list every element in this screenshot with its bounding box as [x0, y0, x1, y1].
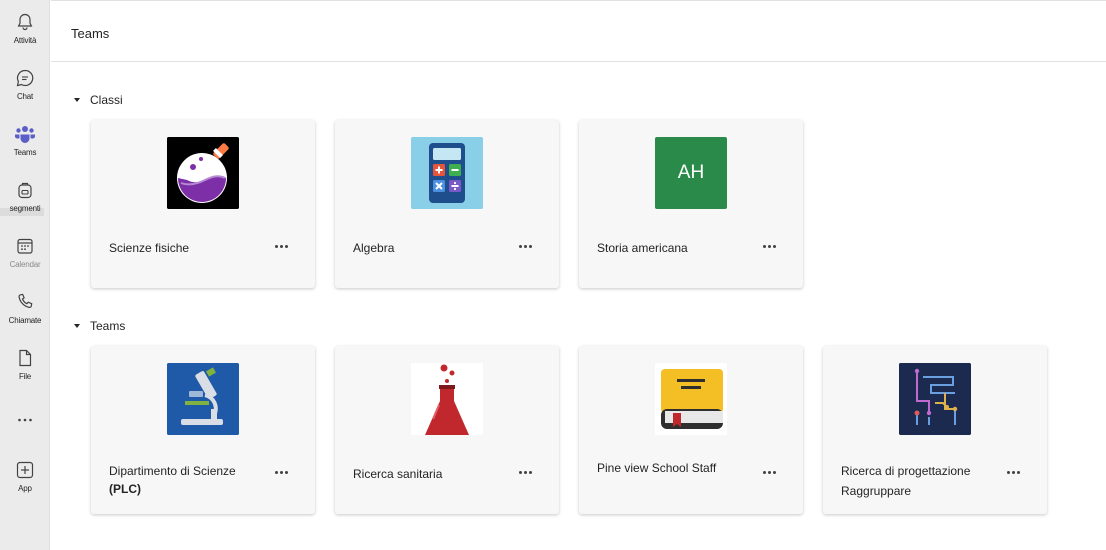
backpack-icon	[13, 178, 37, 202]
more-options-icon[interactable]	[762, 236, 777, 250]
rail-item-chat[interactable]: Chat	[0, 66, 50, 101]
chat-icon	[13, 66, 37, 90]
app-rail: Attività Chat Teams segmenti Calendar Ch…	[0, 0, 50, 550]
more-options-icon[interactable]	[518, 236, 533, 250]
ellipsis-icon	[13, 408, 37, 432]
team-subtitle: Raggruppare	[841, 484, 912, 498]
calculator-icon	[411, 137, 483, 209]
team-card[interactable]: Ricerca sanitaria	[335, 346, 559, 514]
rail-item-teams[interactable]: Teams	[0, 122, 50, 157]
rail-label: Teams	[13, 148, 37, 157]
rail-label: Attività	[13, 36, 37, 45]
section-title: Classi	[90, 93, 123, 107]
section-toggle-classi[interactable]: Classi	[74, 93, 123, 107]
more-options-icon[interactable]	[762, 462, 777, 476]
team-subtitle: (PLC)	[109, 482, 141, 496]
file-icon	[13, 346, 37, 370]
team-name-block: Ricerca di progettazione Raggruppare	[841, 462, 1011, 500]
caret-down-icon	[74, 98, 80, 102]
section-toggle-teams[interactable]: Teams	[74, 319, 125, 333]
more-options-icon[interactable]	[1006, 462, 1021, 476]
teams-icon	[13, 122, 37, 146]
flask-purple-icon	[167, 137, 239, 209]
team-card[interactable]: Scienze fisiche	[91, 120, 315, 288]
more-options-icon[interactable]	[274, 236, 289, 250]
book-icon	[655, 363, 727, 435]
team-avatar: AH	[655, 137, 727, 209]
rail-label: Calendar	[9, 260, 41, 269]
calendar-icon	[13, 234, 37, 258]
rail-label: File	[18, 372, 32, 381]
rail-item-activity[interactable]: Attività	[0, 10, 50, 45]
rail-item-files[interactable]: File	[0, 346, 50, 381]
team-name: Ricerca sanitaria	[353, 467, 443, 481]
add-app-icon	[13, 458, 37, 482]
rail-item-assignments[interactable]: segmenti	[0, 178, 50, 213]
rail-item-calls[interactable]: Chiamate	[0, 290, 50, 325]
team-card[interactable]: Dipartimento di Scienze (PLC)	[91, 346, 315, 514]
team-name: Storia americana	[597, 241, 688, 255]
rail-item-apps[interactable]: App	[0, 458, 50, 493]
teams-app: Attività Chat Teams segmenti Calendar Ch…	[0, 0, 1106, 550]
rail-label: App	[18, 484, 32, 493]
more-options-icon[interactable]	[274, 462, 289, 476]
bell-icon	[13, 10, 37, 34]
team-card[interactable]: Algebra	[335, 120, 559, 288]
rail-label: Chiamate	[8, 316, 42, 325]
caret-down-icon	[74, 324, 80, 328]
team-name: Algebra	[353, 241, 395, 255]
team-card[interactable]: Pine view School Staff	[579, 346, 803, 514]
team-name: Scienze fisiche	[109, 241, 190, 255]
team-card[interactable]: Ricerca di progettazione Raggruppare	[823, 346, 1047, 514]
page-title: Teams	[71, 26, 110, 41]
red-flask-icon	[411, 363, 483, 435]
circuit-icon	[899, 363, 971, 435]
team-name-block: Dipartimento di Scienze (PLC)	[109, 462, 279, 498]
rail-more-button[interactable]	[0, 408, 50, 432]
more-options-icon[interactable]	[518, 462, 533, 476]
microscope-icon	[167, 363, 239, 435]
team-initials: AH	[655, 137, 727, 209]
team-name: Dipartimento di Scienze	[109, 464, 236, 478]
team-name: Ricerca di progettazione	[841, 464, 971, 478]
team-card[interactable]: AH Storia americana	[579, 120, 803, 288]
section-title: Teams	[90, 319, 126, 333]
rail-item-calendar[interactable]: Calendar	[0, 234, 50, 269]
page-header: Teams	[51, 0, 1106, 62]
team-name: Pine view School Staff	[597, 461, 717, 475]
rail-label: Chat	[16, 92, 34, 101]
rail-label: segmenti	[9, 204, 41, 213]
phone-icon	[13, 290, 37, 314]
